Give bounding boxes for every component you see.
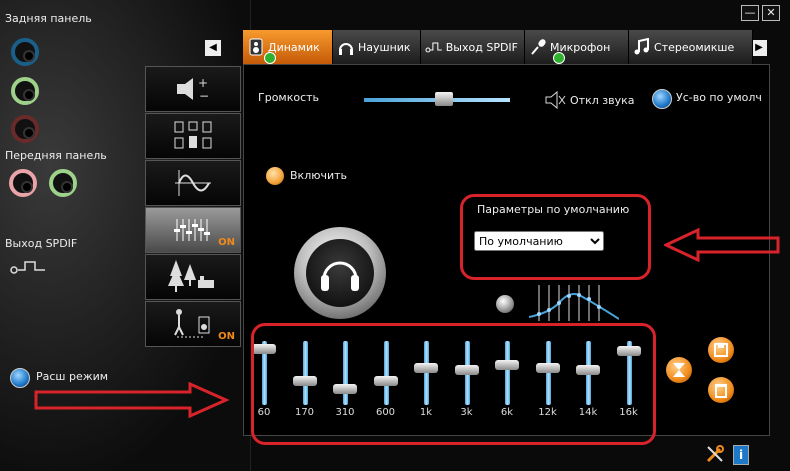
rear-panel-label: Задняя панель (5, 12, 92, 25)
device-tabs: Динамик Наушник Выход SPDIF Микрофон Сте… (243, 30, 768, 64)
tab-speaker[interactable]: Динамик (243, 30, 333, 64)
volume-effect-button[interactable]: + − (145, 66, 241, 112)
enable-label: Включить (290, 169, 348, 182)
equalizer-icon (174, 219, 210, 241)
mute-speaker-icon[interactable] (544, 91, 566, 109)
rear-jack-green[interactable] (11, 77, 39, 105)
tab-label: Выход SPDIF (445, 40, 518, 54)
environment-forest-icon (168, 260, 214, 292)
headphones-icon (339, 43, 353, 55)
tab-label: Наушник (358, 40, 411, 54)
reset-orb-button[interactable] (496, 295, 514, 313)
front-panel-label: Передняя панель (5, 149, 107, 162)
default-device-button[interactable] (652, 89, 672, 109)
front-jack-green[interactable] (49, 169, 77, 197)
tab-stereo-mix[interactable]: Стереомикше (629, 30, 753, 64)
spdif-icon (425, 42, 442, 53)
equalizer-on-badge: ON (218, 237, 235, 248)
audio-manager-window: Задняя панель Передняя панель Выход SPDI… (0, 0, 790, 471)
headphones-icon (321, 261, 359, 291)
close-button[interactable]: ✕ (762, 5, 780, 21)
headphone-effect-button[interactable] (294, 227, 386, 319)
info-icon[interactable]: i (733, 445, 749, 465)
tab-label: Динамик (268, 40, 320, 54)
effects-column: + − ON ON (145, 66, 241, 350)
room-correction-icon (174, 309, 210, 338)
sine-wave-icon (175, 170, 211, 196)
tab-label: Стереомикше (654, 40, 735, 54)
svg-text:+: + (198, 76, 208, 90)
annotation-box-equalizer (251, 323, 656, 445)
eq-curve-icon (529, 285, 619, 321)
music-note-icon (634, 38, 649, 55)
tabs-prev-button[interactable]: ◀ (205, 40, 221, 56)
rear-jack-red[interactable] (11, 115, 39, 143)
tab-headphones[interactable]: Наушник (333, 30, 421, 64)
annotation-arrow-left (664, 228, 780, 262)
rear-jack-blue[interactable] (11, 38, 39, 66)
volume-label: Громкость (258, 91, 320, 104)
tab-microphone[interactable]: Микрофон (525, 30, 629, 64)
check-badge-icon (553, 52, 565, 64)
eq-save-button[interactable] (708, 337, 734, 363)
default-device-label: Ус-во по умолч (676, 91, 762, 104)
eq-reset-button[interactable] (666, 357, 692, 383)
annotation-box-preset (460, 194, 651, 280)
front-jack-pink[interactable] (9, 169, 37, 197)
speaker-icon (249, 38, 263, 56)
spdif-out-label: Выход SPDIF (5, 237, 78, 250)
advanced-mode-radio[interactable] (10, 368, 30, 388)
mute-label: Откл звука (570, 94, 635, 107)
room-correction-button[interactable]: ON (145, 301, 241, 347)
tools-icon[interactable] (705, 444, 725, 464)
trash-icon (715, 384, 727, 398)
reset-arrows-icon (673, 363, 685, 377)
speaker-config-icon (174, 121, 212, 149)
spdif-icon[interactable] (9, 258, 49, 276)
environment-button[interactable] (145, 254, 241, 300)
check-badge-icon (264, 52, 276, 64)
room-correction-on-badge: ON (218, 331, 235, 342)
speaker-config-button[interactable] (145, 113, 241, 159)
eq-delete-button[interactable] (708, 377, 734, 403)
sound-effect-button[interactable] (145, 160, 241, 206)
annotation-arrow-right (34, 382, 230, 418)
equalizer-button[interactable]: ON (145, 207, 241, 253)
volume-slider-knob[interactable] (435, 92, 454, 106)
speaker-volume-icon: +− (177, 76, 209, 103)
svg-text:−: − (199, 89, 209, 103)
window-controls: — ✕ (741, 5, 780, 21)
enable-radio[interactable] (266, 167, 284, 185)
save-icon (714, 343, 728, 357)
minimize-button[interactable]: — (741, 5, 759, 21)
tab-spdif-out[interactable]: Выход SPDIF (421, 30, 525, 64)
microphone-icon (531, 39, 546, 55)
